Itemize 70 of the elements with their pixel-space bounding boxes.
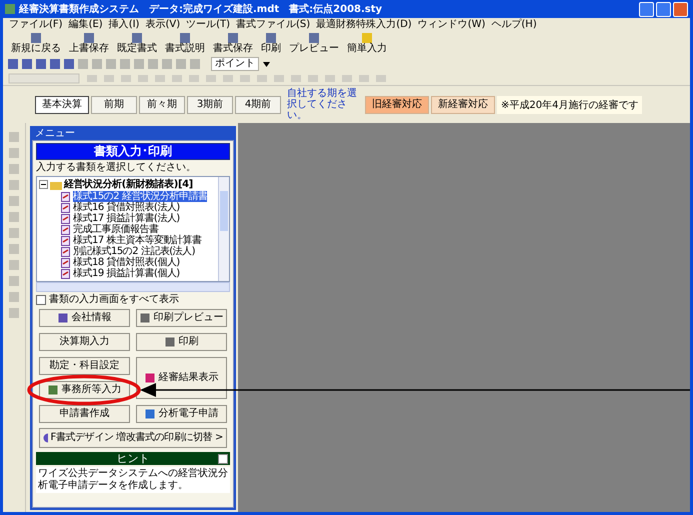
switch-button[interactable]: F書式デザイン 増改書式の印刷に切替 > bbox=[39, 428, 227, 448]
button-icon bbox=[58, 313, 68, 323]
mode-button[interactable]: 旧経審対応 bbox=[365, 96, 429, 114]
app-icon bbox=[5, 4, 15, 14]
button-icon bbox=[144, 409, 154, 419]
menu-button[interactable]: 会社情報 bbox=[39, 309, 130, 327]
tree-item[interactable]: 様式15の2 経営状況分析申請書 bbox=[73, 191, 208, 202]
mode-button[interactable]: 新経審対応 bbox=[431, 96, 495, 114]
period-tab[interactable]: 3期前 bbox=[187, 96, 233, 114]
button-icon bbox=[144, 373, 154, 383]
menu-item[interactable]: ファイル(F) bbox=[9, 19, 63, 31]
expand-icon[interactable] bbox=[39, 180, 48, 189]
toolbar-button[interactable]: 既定書式 bbox=[113, 33, 161, 55]
period-tab[interactable]: 前期 bbox=[91, 96, 137, 114]
button-icon bbox=[48, 385, 58, 395]
toolbar-button[interactable]: プレビュー bbox=[285, 33, 343, 55]
tree-item[interactable]: 様式19 損益計算書(個人) bbox=[73, 268, 180, 279]
period-tab[interactable]: 前々期 bbox=[139, 96, 185, 114]
notice-text: ※平成20年4月施行の経審です bbox=[497, 96, 642, 114]
tree-item[interactable]: 様式18 貸借対照表(個人) bbox=[73, 257, 180, 268]
menu-button[interactable]: 分析電子申請 bbox=[136, 405, 227, 423]
instruction-text: 入力する書類を選択してください。 bbox=[36, 162, 197, 174]
minimize-icon[interactable] bbox=[639, 2, 654, 16]
menu-item[interactable]: ヘルプ(H) bbox=[491, 19, 537, 31]
menu-button[interactable]: 印刷プレビュー bbox=[136, 309, 227, 327]
close-icon[interactable] bbox=[218, 454, 228, 464]
menu-button[interactable]: 申請書作成 bbox=[39, 405, 130, 423]
tree-item[interactable]: 経営状況分析(新財務諸表)[4] bbox=[64, 178, 193, 190]
menu-item[interactable]: 表示(V) bbox=[145, 19, 180, 31]
period-tab[interactable]: 基本決算 bbox=[35, 96, 89, 114]
menu-button[interactable]: 事務所等入力 bbox=[39, 381, 130, 399]
hint-title: ヒント bbox=[116, 452, 150, 465]
button-icon bbox=[140, 313, 150, 323]
menu-button[interactable]: 勘定・科目設定 bbox=[39, 357, 130, 375]
hint-text: ワイズ公共データシステムへの経営状況分析電子申請データを作成します。 bbox=[36, 467, 230, 493]
period-hint-link[interactable]: 自社する期を選択してください。 bbox=[287, 88, 359, 121]
tree-item[interactable]: 様式17 株主資本等変動計算書 bbox=[73, 235, 202, 246]
toolbar-button[interactable]: 上書保存 bbox=[65, 33, 113, 55]
tree-item[interactable]: 様式16 貸借対照表(法人) bbox=[73, 202, 180, 213]
window-title: 経審決算書類作成システム データ:完成ワイズ建設.mdt 書式:伝点2008.sty bbox=[19, 2, 384, 16]
toolbar-button[interactable]: 書式保存 bbox=[209, 33, 257, 55]
dropdown-caret-icon bbox=[263, 62, 270, 66]
menu-item[interactable]: ツール(T) bbox=[186, 19, 230, 31]
period-tab[interactable]: 4期前 bbox=[235, 96, 281, 114]
menu-button[interactable]: 経審結果表示 bbox=[136, 357, 227, 399]
checkbox[interactable] bbox=[36, 295, 46, 305]
panel-heading: 書類入力･印刷 bbox=[36, 143, 230, 160]
menu-button[interactable]: 決算期入力 bbox=[39, 333, 130, 351]
panel-title: メニュー bbox=[34, 128, 76, 140]
toolbar-button[interactable]: 簡単入力 bbox=[343, 33, 391, 55]
scrollbar[interactable] bbox=[218, 177, 229, 281]
tree-item[interactable]: 別記様式15の2 注記表(法人) bbox=[73, 246, 196, 257]
switch-icon bbox=[43, 433, 48, 443]
menu-item[interactable]: 編集(E) bbox=[68, 19, 103, 31]
menu-button[interactable]: 印刷 bbox=[136, 333, 227, 351]
menu-item[interactable]: 最適財務特殊入力(D) bbox=[316, 19, 412, 31]
toolbar-button[interactable]: 印刷 bbox=[257, 33, 285, 55]
maximize-icon[interactable] bbox=[656, 2, 671, 16]
button-icon bbox=[164, 337, 174, 347]
menu-item[interactable]: ウィンドウ(W) bbox=[418, 19, 486, 31]
menu-item[interactable]: 挿入(I) bbox=[108, 19, 140, 31]
menu-item[interactable]: 書式ファイル(S) bbox=[236, 19, 310, 31]
tree-item[interactable]: 完成工事原価報告書 bbox=[73, 224, 158, 235]
toolbar-button[interactable]: 新規に戻る bbox=[7, 33, 65, 55]
tree-item[interactable]: 様式17 損益計算書(法人) bbox=[73, 213, 180, 224]
toolbar-button[interactable]: 書式説明 bbox=[161, 33, 209, 55]
horizontal-scrollbar[interactable] bbox=[36, 282, 230, 292]
folder-icon bbox=[50, 180, 62, 190]
checkbox-label: 書類の入力画面をすべて表示 bbox=[49, 294, 179, 306]
font-size-dropdown[interactable]: ポイント bbox=[211, 57, 259, 71]
